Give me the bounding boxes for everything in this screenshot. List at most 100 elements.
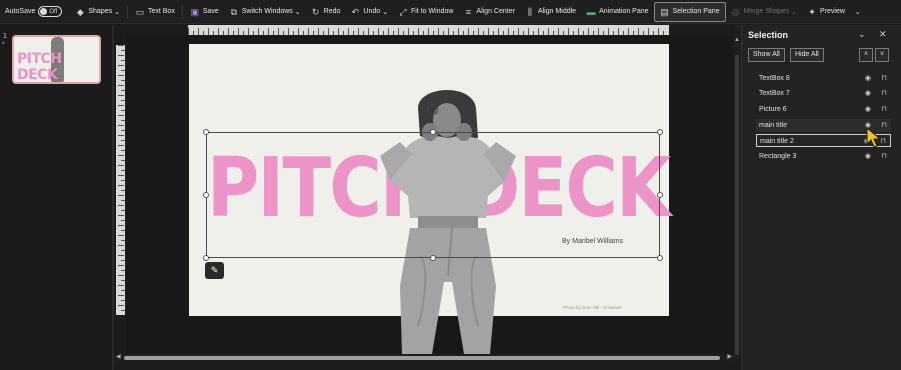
ruler-tick [121, 170, 125, 171]
chevron-down-icon: ˅ [879, 51, 885, 58]
selection-item-rectangle-3[interactable]: Rectangle 3 ◉ ⊓ [756, 150, 891, 163]
horizontal-scrollbar[interactable]: ◀ ▶ [114, 354, 734, 362]
ruler-tick [403, 31, 404, 35]
shapes-button[interactable]: ◆ Shapes ⌄ [70, 2, 125, 22]
animation-pane-button[interactable]: ▬ Animation Pane [581, 2, 653, 22]
unlock-icon[interactable]: ⊓ [882, 72, 887, 85]
vertical-ruler [116, 45, 125, 315]
scroll-up-icon[interactable]: ▲ [734, 37, 740, 43]
ruler-tick [618, 28, 619, 35]
scroll-left-icon[interactable]: ◀ [116, 353, 121, 360]
redo-icon: ↻ [311, 6, 320, 17]
scroll-thumb[interactable] [735, 55, 739, 355]
ruler-tick [563, 31, 564, 35]
preview-button[interactable]: ✦ Preview [802, 2, 850, 22]
resize-handle-bottom-left[interactable] [203, 255, 209, 261]
unlock-icon[interactable]: ⊓ [882, 103, 887, 116]
slide-thumbnail[interactable]: PITCH DECK [12, 35, 101, 84]
autosave-label: AutoSave [5, 8, 36, 15]
ruler-tick [118, 245, 124, 246]
resize-handle-left[interactable] [203, 192, 209, 198]
ruler-tick [121, 190, 125, 191]
ruler-tick [118, 95, 124, 96]
ruler-tick [121, 100, 125, 101]
pane-options-chevron-icon[interactable]: ⌄ [858, 29, 866, 40]
ruler-tick [363, 31, 364, 35]
undo-button[interactable]: ↶ Undo ⌄ [345, 2, 393, 22]
ruler-tick [118, 85, 124, 86]
ruler-tick [603, 31, 604, 35]
ruler-tick [333, 31, 334, 35]
vertical-scrollbar[interactable]: ▲ [733, 25, 741, 360]
ruler-tick [518, 28, 519, 35]
autosave-control[interactable]: AutoSave Off [0, 2, 70, 22]
selection-item-textbox-8[interactable]: TextBox 8 ◉ ⊓ [756, 72, 891, 85]
ruler-tick [623, 31, 624, 35]
photo-credit[interactable]: Photo by Dom Hill - Unsplash [563, 305, 622, 310]
show-all-button[interactable]: Show All [748, 48, 785, 62]
resize-handle-right[interactable] [657, 192, 663, 198]
chevron-down-icon: ⌄ [114, 8, 120, 16]
selection-item-label: TextBox 7 [759, 90, 790, 97]
align-middle-button[interactable]: ⫼ Align Middle [520, 2, 581, 22]
scroll-right-icon[interactable]: ▶ [727, 353, 732, 360]
selection-item-textbox-7[interactable]: TextBox 7 ◉ ⊓ [756, 87, 891, 100]
ruler-tick [121, 150, 125, 151]
eye-icon[interactable]: ◉ [865, 72, 871, 85]
eye-icon[interactable]: ◉ [865, 150, 871, 163]
align-center-button[interactable]: ≡ Align Center [458, 2, 520, 22]
toggle-knob [40, 8, 48, 15]
ruler-tick [118, 65, 124, 66]
selection-item-picture-6[interactable]: Picture 6 ◉ ⊓ [756, 103, 891, 116]
ruler-tick [118, 55, 124, 56]
ruler-tick [283, 31, 284, 35]
scroll-thumb[interactable] [124, 356, 720, 360]
ruler-tick [121, 200, 125, 201]
save-button[interactable]: ▣ Save [185, 2, 224, 22]
ruler-tick [118, 225, 124, 226]
designer-wand-icon[interactable]: ✎ [205, 262, 224, 279]
fit-window-button[interactable]: ⤢ Fit to Window [393, 2, 458, 22]
ruler-tick [633, 31, 634, 35]
ruler-tick [243, 31, 244, 35]
resize-handle-top[interactable] [430, 129, 436, 135]
ruler-tick [598, 28, 599, 35]
hide-all-button[interactable]: Hide All [790, 48, 824, 62]
ruler-tick [448, 28, 449, 35]
selection-pane-button[interactable]: ▤ Selection Pane [653, 1, 726, 22]
bring-forward-button[interactable]: ˄ [859, 48, 873, 62]
ruler-tick [118, 125, 124, 126]
resize-handle-top-left[interactable] [203, 129, 209, 135]
ruler-tick [218, 28, 219, 35]
rotate-handle[interactable] [427, 104, 438, 115]
ruler-tick [213, 31, 214, 35]
ruler-tick [293, 31, 294, 35]
ruler-tick [608, 28, 609, 35]
resize-handle-bottom-right[interactable] [657, 255, 663, 261]
pane-splitter[interactable] [112, 25, 114, 370]
ruler-tick [308, 28, 309, 35]
resize-handle-bottom[interactable] [430, 255, 436, 261]
autosave-toggle[interactable]: Off [38, 6, 63, 17]
ruler-tick [118, 205, 124, 206]
unlock-icon[interactable]: ⊓ [882, 87, 887, 100]
customize-toolbar-button[interactable]: ⌄ [850, 2, 866, 22]
fit-window-icon: ⤢ [399, 6, 407, 17]
send-backward-button[interactable]: ˅ [875, 48, 889, 62]
textbox-icon: ▭ [135, 6, 145, 17]
ruler-tick [478, 28, 479, 35]
ruler-tick [203, 31, 204, 35]
resize-handle-top-right[interactable] [657, 129, 663, 135]
ruler-tick [418, 28, 419, 35]
switch-windows-button[interactable]: ⧉ Switch Windows ⌄ [224, 2, 306, 22]
eye-icon[interactable]: ◉ [865, 103, 871, 116]
ruler-tick [358, 28, 359, 35]
close-icon[interactable]: ✕ [879, 29, 887, 40]
redo-button[interactable]: ↻ Redo [306, 2, 346, 22]
unlock-icon[interactable]: ⊓ [882, 150, 887, 163]
textbox-button[interactable]: ▭ Text Box [130, 2, 180, 22]
chevron-down-icon: ⌄ [294, 8, 301, 16]
merge-shapes-button[interactable]: ◎ Merge Shapes ⌄ [726, 2, 802, 22]
selection-frame[interactable] [206, 132, 660, 258]
eye-icon[interactable]: ◉ [865, 87, 871, 100]
